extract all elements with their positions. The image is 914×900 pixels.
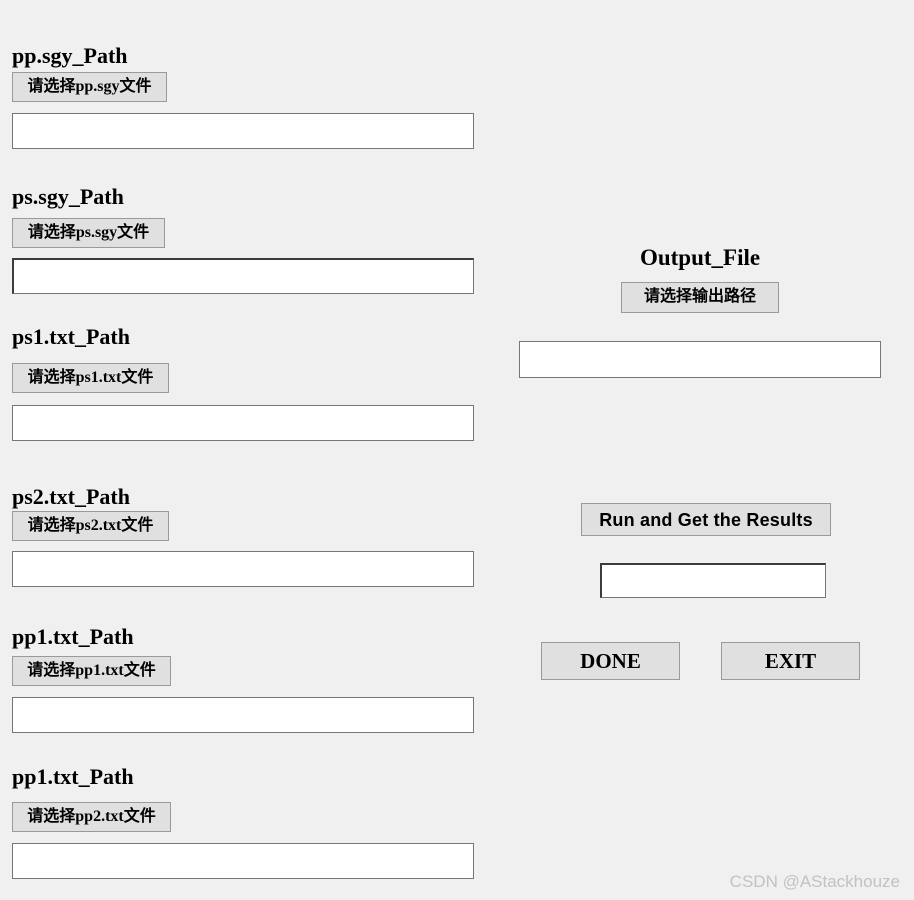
path-input-ps2-txt[interactable] xyxy=(12,551,474,587)
browse-button-pp1-txt[interactable]: 请选择pp1.txt文件 xyxy=(12,656,171,686)
browse-button-pp-sgy[interactable]: 请选择pp.sgy文件 xyxy=(12,72,167,102)
path-input-ps-sgy[interactable] xyxy=(12,258,474,294)
exit-button[interactable]: EXIT xyxy=(721,642,860,680)
path-input-pp-sgy[interactable] xyxy=(12,113,474,149)
path-input-pp2-txt[interactable] xyxy=(12,843,474,879)
result-output-input[interactable] xyxy=(600,563,826,598)
path-input-pp1-txt[interactable] xyxy=(12,697,474,733)
path-input-ps1-txt[interactable] xyxy=(12,405,474,441)
browse-button-ps1-txt[interactable]: 请选择ps1.txt文件 xyxy=(12,363,169,393)
browse-button-pp2-txt[interactable]: 请选择pp2.txt文件 xyxy=(12,802,171,832)
output-path-input[interactable] xyxy=(519,341,881,378)
section-title-pp2-txt: pp1.txt_Path xyxy=(12,764,134,789)
output-file-title: Output_File xyxy=(639,245,761,270)
done-button[interactable]: DONE xyxy=(541,642,680,680)
browse-button-ps-sgy[interactable]: 请选择ps.sgy文件 xyxy=(12,218,165,248)
section-title-ps1-txt: ps1.txt_Path xyxy=(12,324,130,349)
section-title-ps2-txt: ps2.txt_Path xyxy=(12,484,130,509)
csdn-watermark: CSDN @AStackhouze xyxy=(729,872,900,891)
run-and-get-results-button[interactable]: Run and Get the Results xyxy=(581,503,831,536)
browse-button-output-path[interactable]: 请选择输出路径 xyxy=(621,282,779,313)
section-title-ps-sgy: ps.sgy_Path xyxy=(12,184,124,209)
section-title-pp1-txt: pp1.txt_Path xyxy=(12,624,134,649)
section-title-pp-sgy: pp.sgy_Path xyxy=(12,43,128,68)
application-window: pp.sgy_Path 请选择pp.sgy文件 ps.sgy_Path 请选择p… xyxy=(0,0,914,900)
browse-button-ps2-txt[interactable]: 请选择ps2.txt文件 xyxy=(12,511,169,541)
